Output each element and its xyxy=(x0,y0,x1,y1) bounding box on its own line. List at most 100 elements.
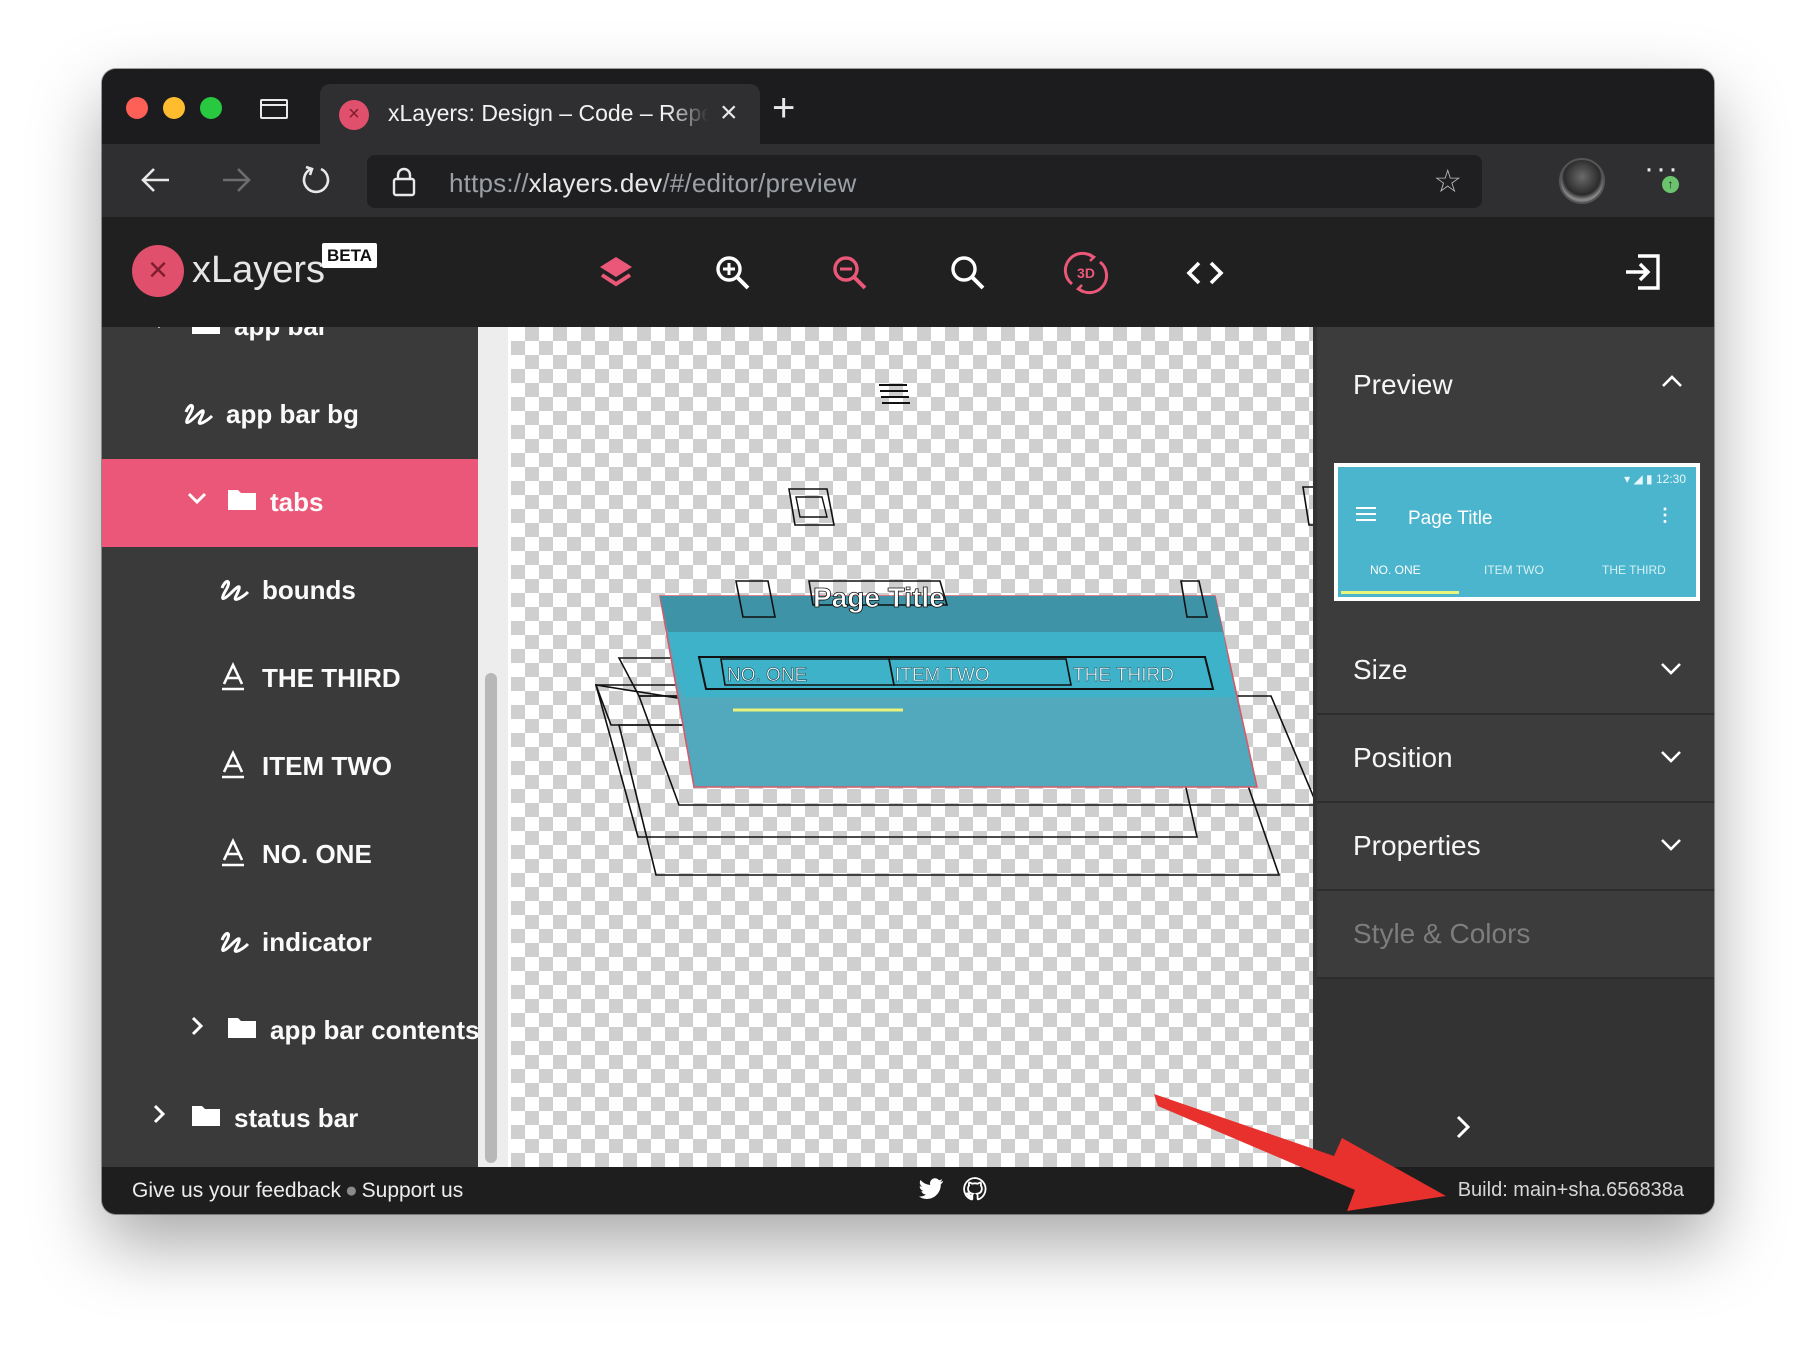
3d-layer-view[interactable]: NO. ONE ITEM TWO THE THIRD Page Title xyxy=(511,327,1316,1167)
favicon-icon xyxy=(339,100,369,130)
tab-strip: xLayers: Design – Code – Repe × + xyxy=(102,69,1714,144)
folder-icon xyxy=(192,327,220,334)
layer-label: app bar contents xyxy=(270,1015,478,1045)
layer-app-bar-bg[interactable]: app bar bg xyxy=(102,371,478,459)
preview-section: Preview ▾ ◢ ▮ 12:30 Page Title ⋮ NO. ONE… xyxy=(1317,327,1714,627)
app-header: xLayers BETA 3D xyxy=(102,217,1714,327)
properties-panel: Preview ▾ ◢ ▮ 12:30 Page Title ⋮ NO. ONE… xyxy=(1313,327,1714,1167)
twitter-icon[interactable] xyxy=(919,1177,945,1207)
forward-arrow-icon[interactable] xyxy=(212,156,260,204)
properties-section[interactable]: Properties xyxy=(1317,803,1714,891)
chevron-down-icon[interactable] xyxy=(186,487,208,509)
size-section[interactable]: Size xyxy=(1317,627,1714,715)
layer-label: app bar xyxy=(234,327,328,342)
chevron-right-icon[interactable] xyxy=(148,1103,170,1125)
svg-text:3D: 3D xyxy=(1077,265,1095,281)
layers-sidebar: app bar app bar bg tabs bounds THE THIRD… xyxy=(102,327,478,1167)
folder-icon xyxy=(228,1018,256,1038)
new-tab-icon[interactable]: + xyxy=(772,83,795,133)
browser-tab[interactable]: xLayers: Design – Code – Repe × xyxy=(320,84,760,144)
address-bar[interactable]: https://xlayers.dev/#/editor/preview ☆ xyxy=(367,155,1482,208)
layer-app-bar[interactable]: app bar xyxy=(102,327,478,371)
bookmark-star-icon[interactable]: ☆ xyxy=(1433,162,1462,200)
section-title: Style & Colors xyxy=(1353,918,1531,949)
tab-actions-icon[interactable] xyxy=(260,99,288,119)
folder-icon xyxy=(192,1106,220,1126)
back-arrow-icon[interactable] xyxy=(132,156,180,204)
lock-icon[interactable] xyxy=(392,167,416,202)
zoom-out-icon[interactable] xyxy=(824,247,876,299)
close-window-button[interactable] xyxy=(126,97,148,119)
feedback-link[interactable]: Give us your feedback xyxy=(132,1179,341,1202)
icon-frame xyxy=(788,488,835,526)
preview-tab: ITEM TWO xyxy=(1484,563,1544,577)
preview-tab-indicator xyxy=(1341,591,1459,594)
app-footer: Give us your feedback ● Support us Build: … xyxy=(102,1167,1714,1214)
exit-editor-icon[interactable] xyxy=(1622,250,1666,294)
footer-links: Give us your feedback ● Support us xyxy=(132,1179,463,1203)
maximize-window-button[interactable] xyxy=(200,97,222,119)
support-link[interactable]: Support us xyxy=(362,1179,464,1202)
preview-page-title: Page Title xyxy=(1408,508,1493,529)
design-canvas[interactable]: NO. ONE ITEM TWO THE THIRD Page Title xyxy=(508,327,1316,1167)
layer-status-bar[interactable]: status bar xyxy=(102,1075,478,1163)
tab-title: xLayers: Design – Code – Repe xyxy=(388,100,708,128)
xlayers-logo-icon xyxy=(132,245,184,297)
shape-squiggle-icon xyxy=(220,580,250,601)
zoom-in-icon[interactable] xyxy=(707,247,759,299)
browser-toolbar: https://xlayers.dev/#/editor/preview ☆ ·… xyxy=(102,144,1714,217)
sidebar-scrollbar-thumb[interactable] xyxy=(485,673,497,1163)
section-title: Position xyxy=(1353,742,1453,773)
3d-view-icon[interactable]: 3D xyxy=(1060,247,1112,299)
preview-title: Preview xyxy=(1353,369,1453,400)
text-layer-icon xyxy=(222,662,244,691)
code-icon[interactable] xyxy=(1179,247,1231,299)
preview-tab: THE THIRD xyxy=(1602,563,1666,577)
layer-item-two[interactable]: ITEM TWO xyxy=(102,723,478,811)
status-time: ▾ ◢ ▮ 12:30 xyxy=(1624,472,1686,486)
build-info: Build: main+sha.656838a xyxy=(1457,1179,1684,1201)
layer-label: bounds xyxy=(262,575,356,605)
canvas-tab-label: THE THIRD xyxy=(1073,665,1174,686)
layer-indicator[interactable]: indicator xyxy=(102,899,478,987)
beta-badge: BETA xyxy=(322,243,378,268)
layer-tabs[interactable]: tabs xyxy=(102,459,478,547)
layer-app-bar-contents[interactable]: app bar contents xyxy=(102,987,478,1075)
preview-thumbnail[interactable]: ▾ ◢ ▮ 12:30 Page Title ⋮ NO. ONE ITEM TW… xyxy=(1334,463,1700,601)
github-icon[interactable] xyxy=(963,1177,987,1207)
layer-no-one[interactable]: NO. ONE xyxy=(102,811,478,899)
layer-label: ITEM TWO xyxy=(262,751,392,781)
browser-window: xLayers: Design – Code – Repe × + https:… xyxy=(102,69,1714,1214)
close-tab-icon[interactable]: × xyxy=(720,94,738,132)
chevron-right-icon[interactable] xyxy=(186,1015,208,1037)
chevron-up-icon[interactable] xyxy=(1660,373,1684,389)
layer-label: status bar xyxy=(234,1103,359,1133)
more-vert-icon: ⋮ xyxy=(1656,505,1674,525)
layer-the-third[interactable]: THE THIRD xyxy=(102,635,478,723)
chevron-down-icon[interactable] xyxy=(1660,661,1682,675)
shape-squiggle-icon xyxy=(220,932,250,953)
preview-tab: NO. ONE xyxy=(1370,563,1421,577)
url-text: https://xlayers.dev/#/editor/preview xyxy=(449,168,857,198)
section-title: Size xyxy=(1353,654,1408,685)
chevron-right-icon[interactable] xyxy=(1454,1114,1474,1140)
chevron-down-icon[interactable] xyxy=(148,327,170,333)
canvas-tab-label: ITEM TWO xyxy=(895,665,990,686)
layer-label: NO. ONE xyxy=(262,839,372,869)
update-available-icon: ↑ xyxy=(1662,176,1679,193)
chevron-down-icon[interactable] xyxy=(1660,837,1682,851)
menu-icon xyxy=(1356,507,1376,521)
phone-preview: ▾ ◢ ▮ 12:30 Page Title ⋮ NO. ONE ITEM TW… xyxy=(1338,467,1696,597)
separator-dot: ● xyxy=(344,1179,358,1202)
layers-icon[interactable] xyxy=(590,247,642,299)
canvas-page-title: Page Title xyxy=(813,582,945,613)
folder-icon xyxy=(228,490,256,510)
profile-avatar[interactable] xyxy=(1559,158,1605,204)
position-section[interactable]: Position xyxy=(1317,715,1714,803)
search-icon[interactable] xyxy=(942,247,994,299)
reload-icon[interactable] xyxy=(292,156,340,204)
minimize-window-button[interactable] xyxy=(163,97,185,119)
app-logo-text: xLayers xyxy=(192,249,326,291)
layer-bounds[interactable]: bounds xyxy=(102,547,478,635)
chevron-down-icon[interactable] xyxy=(1660,749,1682,763)
